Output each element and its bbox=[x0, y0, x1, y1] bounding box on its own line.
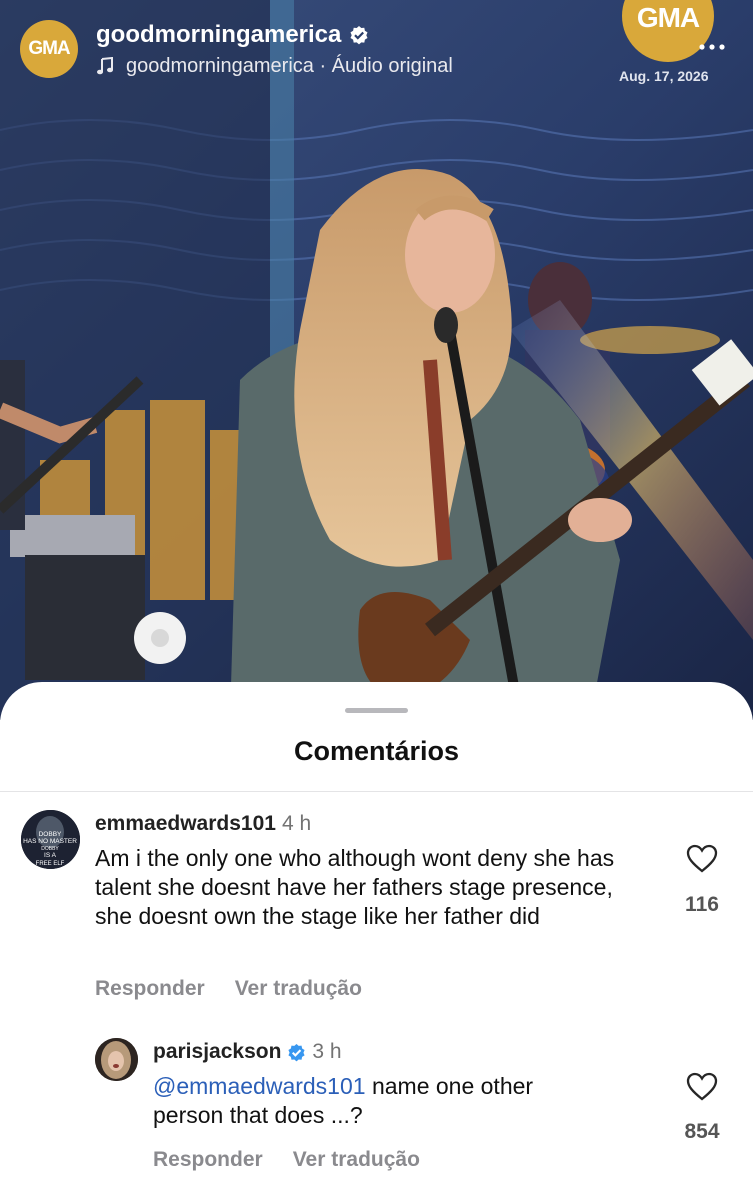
sheet-grabber-handle[interactable] bbox=[345, 708, 408, 713]
reply-button[interactable]: Responder bbox=[153, 1148, 263, 1172]
account-name[interactable]: goodmorningamerica bbox=[96, 21, 341, 49]
reply-text: @emmaedwards101 name one other person th… bbox=[153, 1072, 603, 1130]
account-row: goodmorningamerica bbox=[96, 21, 453, 49]
avatar-caption-line: HAS NO MASTER bbox=[23, 838, 77, 845]
like-count: 854 bbox=[684, 1120, 720, 1143]
verified-badge-icon bbox=[288, 1043, 305, 1061]
comment-username[interactable]: emmaedwards101 bbox=[95, 812, 276, 836]
audio-row[interactable]: goodmorningamerica · Áudio original bbox=[96, 55, 453, 78]
reply-actions: Responder Ver tradução bbox=[153, 1148, 420, 1172]
heart-icon[interactable] bbox=[686, 1072, 718, 1102]
music-note-icon bbox=[97, 57, 113, 75]
mention-link[interactable]: @emmaedwards101 bbox=[153, 1073, 366, 1099]
reply-username[interactable]: parisjackson bbox=[153, 1040, 281, 1064]
account-avatar[interactable]: GMA bbox=[20, 20, 78, 78]
verified-badge-icon bbox=[350, 25, 368, 44]
reply-button[interactable]: Responder bbox=[95, 977, 205, 1001]
see-translation-button[interactable]: Ver tradução bbox=[235, 977, 362, 1001]
see-translation-button[interactable]: Ver tradução bbox=[293, 1148, 420, 1172]
comment-time: 4 h bbox=[281, 812, 312, 835]
reply-header: parisjackson 3 h bbox=[153, 1040, 342, 1064]
like-count: 116 bbox=[685, 893, 719, 916]
comment-header: emmaedwards101 4 h bbox=[95, 812, 311, 836]
reply-time: 3 h bbox=[312, 1040, 342, 1063]
dobby-avatar-image: DOBBY HAS NO MASTER DOBBY IS A FREE ELF bbox=[21, 810, 80, 869]
avatar-caption-line: IS A bbox=[44, 852, 57, 859]
header-text: goodmorningamerica goodmorningamerica · … bbox=[96, 21, 453, 78]
comments-title: Comentários bbox=[293, 736, 460, 766]
comments-sheet: Comentários DOBBY HAS NO MASTER DOBBY IS… bbox=[0, 682, 753, 1199]
comment-actions: Responder Ver tradução bbox=[95, 977, 362, 1001]
post-date: Aug. 17, 2026 bbox=[619, 68, 709, 84]
comment-avatar[interactable]: DOBBY HAS NO MASTER DOBBY IS A FREE ELF bbox=[21, 810, 80, 869]
reply-avatar[interactable] bbox=[95, 1038, 138, 1081]
paris-avatar-image bbox=[95, 1038, 138, 1081]
avatar-caption-line: FREE ELF bbox=[36, 861, 65, 867]
avatar-caption-line: DOBBY bbox=[39, 831, 62, 838]
heart-icon[interactable] bbox=[686, 844, 718, 874]
reel-header: GMA goodmorningamerica goodmorningameric… bbox=[20, 20, 453, 78]
sheet-divider bbox=[0, 791, 753, 792]
video-frame bbox=[0, 0, 753, 720]
audio-label: goodmorningamerica · Áudio original bbox=[126, 54, 453, 77]
reel-video[interactable]: GMA goodmorningamerica goodmorningameric… bbox=[0, 0, 753, 720]
more-options-icon[interactable] bbox=[697, 42, 727, 52]
comment-text: Am i the only one who although wont deny… bbox=[95, 845, 615, 929]
